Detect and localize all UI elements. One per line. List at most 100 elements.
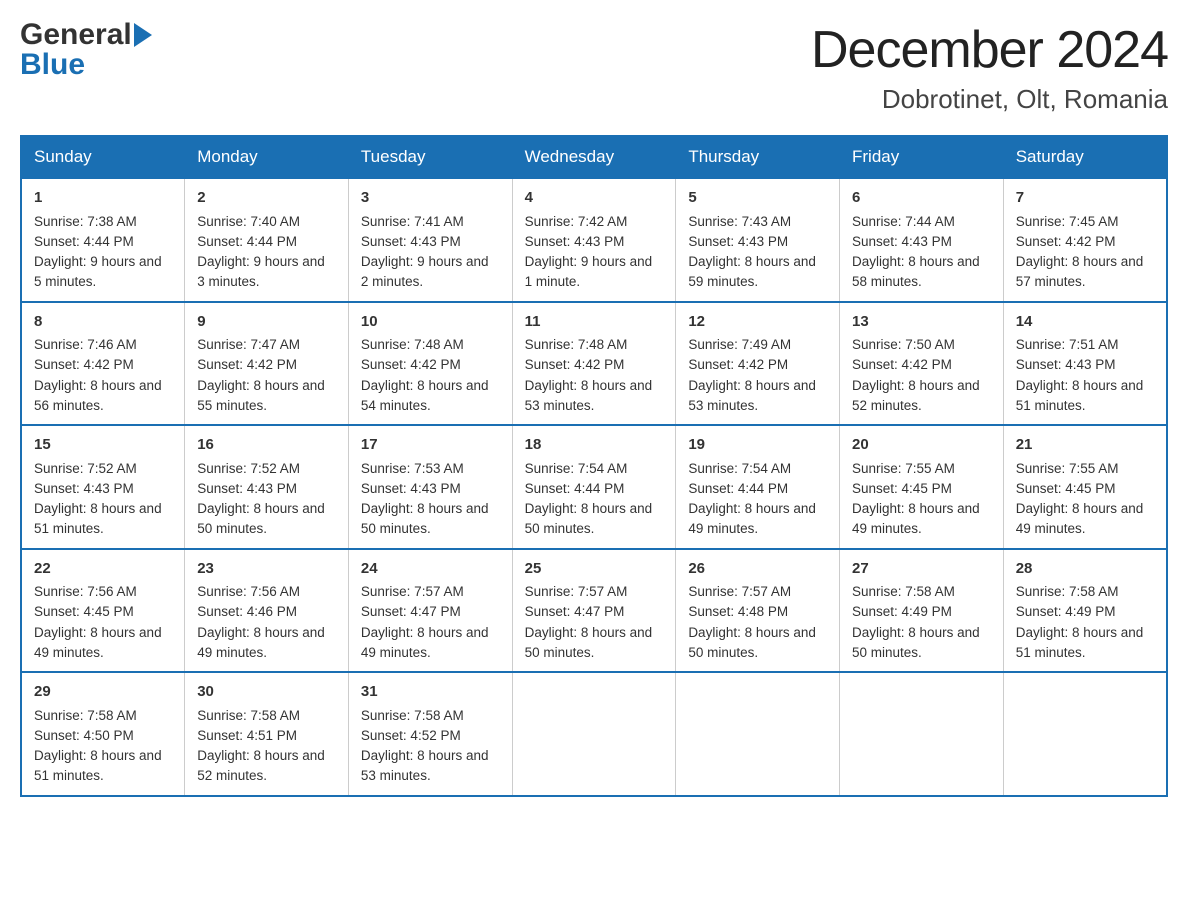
sunrise-label: Sunrise: 7:43 AM [688, 214, 791, 229]
daylight-label: Daylight: 8 hours and 50 minutes. [525, 625, 653, 660]
day-number: 18 [525, 434, 664, 457]
calendar-cell: 19Sunrise: 7:54 AMSunset: 4:44 PMDayligh… [676, 425, 840, 549]
sunrise-label: Sunrise: 7:47 AM [197, 337, 300, 352]
daylight-label: Daylight: 8 hours and 49 minutes. [361, 625, 489, 660]
sunset-label: Sunset: 4:49 PM [852, 604, 952, 619]
sunrise-label: Sunrise: 7:50 AM [852, 337, 955, 352]
calendar-cell: 24Sunrise: 7:57 AMSunset: 4:47 PMDayligh… [348, 549, 512, 673]
sunrise-label: Sunrise: 7:48 AM [361, 337, 464, 352]
calendar-cell: 2Sunrise: 7:40 AMSunset: 4:44 PMDaylight… [185, 178, 349, 302]
calendar-cell: 4 Sunrise: 7:42 AM Sunset: 4:43 PM Daylight… [512, 178, 676, 302]
calendar-cell: 20 Sunrise: 7:55 AM Sunset: 4:45 PM Dayligh… [840, 425, 1004, 549]
sunrise-label: Sunrise: 7:48 AM [525, 337, 628, 352]
calendar-cell: 18Sunrise: 7:54 AMSunset: 4:44 PMDayligh… [512, 425, 676, 549]
sunset-label: Sunset: 4:45 PM [852, 481, 952, 496]
sunrise-label: Sunrise: 7:41 AM [361, 214, 464, 229]
sunrise-label: Sunrise: 7:56 AM [197, 584, 300, 599]
sunrise-label: Sunrise: 7:54 AM [525, 461, 628, 476]
sunset-label: Sunset: 4:44 PM [34, 234, 134, 249]
calendar-cell: 5Sunrise: 7:43 AMSunset: 4:43 PMDaylight… [676, 178, 840, 302]
calendar-cell: 30Sunrise: 7:58 AMSunset: 4:51 PMDayligh… [185, 672, 349, 796]
calendar-cell: 17Sunrise: 7:53 AMSunset: 4:43 PMDayligh… [348, 425, 512, 549]
sunrise-label: Sunrise: 7:58 AM [361, 708, 464, 723]
daylight-label: Daylight: 8 hours and 51 minutes. [1016, 378, 1144, 413]
calendar-cell: 8Sunrise: 7:46 AMSunset: 4:42 PMDaylight… [21, 302, 185, 426]
sunrise-label: Sunrise: 7:58 AM [197, 708, 300, 723]
daylight-label: Daylight: 8 hours and 51 minutes. [34, 501, 162, 536]
sunrise-label: Sunrise: 7:58 AM [34, 708, 137, 723]
logo-general-text: General [20, 20, 154, 50]
month-title: December 2024 [811, 20, 1168, 80]
daylight-label: Daylight: 8 hours and 52 minutes. [197, 748, 325, 783]
day-number: 12 [688, 311, 827, 334]
calendar-cell: 29Sunrise: 7:58 AMSunset: 4:50 PMDayligh… [21, 672, 185, 796]
day-number: 20 [852, 434, 991, 457]
daylight-label: Daylight: 8 hours and 51 minutes. [34, 748, 162, 783]
sunrise-label: Sunrise: 7:52 AM [34, 461, 137, 476]
calendar-cell: 21Sunrise: 7:55 AMSunset: 4:45 PMDayligh… [1003, 425, 1167, 549]
sunrise-label: Sunrise: 7:42 AM [525, 214, 628, 229]
sunrise-label: Sunrise: 7:55 AM [852, 461, 955, 476]
calendar-cell: 27Sunrise: 7:58 AMSunset: 4:49 PMDayligh… [840, 549, 1004, 673]
sunrise-label: Sunrise: 7:49 AM [688, 337, 791, 352]
calendar-cell: 22Sunrise: 7:56 AMSunset: 4:45 PMDayligh… [21, 549, 185, 673]
calendar-cell: 12Sunrise: 7:49 AMSunset: 4:42 PMDayligh… [676, 302, 840, 426]
day-header-thursday: Thursday [676, 136, 840, 178]
sunset-label: Sunset: 4:46 PM [197, 604, 297, 619]
day-number: 24 [361, 558, 500, 581]
calendar-cell: 1Sunrise: 7:38 AMSunset: 4:44 PMDaylight… [21, 178, 185, 302]
day-header-monday: Monday [185, 136, 349, 178]
calendar-cell: 7Sunrise: 7:45 AMSunset: 4:42 PMDaylight… [1003, 178, 1167, 302]
day-number: 11 [525, 311, 664, 334]
sunset-label: Sunset: 4:44 PM [688, 481, 788, 496]
day-number: 25 [525, 558, 664, 581]
calendar-cell: 16Sunrise: 7:52 AMSunset: 4:43 PMDayligh… [185, 425, 349, 549]
sunrise-label: Sunrise: 7:57 AM [361, 584, 464, 599]
day-number: 10 [361, 311, 500, 334]
calendar-cell [1003, 672, 1167, 796]
calendar-cell: 14Sunrise: 7:51 AMSunset: 4:43 PMDayligh… [1003, 302, 1167, 426]
daylight-label: Daylight: 9 hours and 2 minutes. [361, 254, 489, 289]
day-number: 4 [525, 187, 664, 210]
daylight-label: Daylight: 9 hours and 1 minute. [525, 254, 653, 289]
daylight-label: Daylight: 9 hours and 3 minutes. [197, 254, 325, 289]
calendar-cell: 10Sunrise: 7:48 AMSunset: 4:42 PMDayligh… [348, 302, 512, 426]
day-number: 6 [852, 187, 991, 210]
daylight-label: Daylight: 8 hours and 49 minutes. [852, 501, 980, 536]
week-row-1: 1Sunrise: 7:38 AMSunset: 4:44 PMDaylight… [21, 178, 1167, 302]
day-number: 30 [197, 681, 336, 704]
daylight-label: Daylight: 9 hours and 5 minutes. [34, 254, 162, 289]
sunrise-label: Sunrise: 7:57 AM [688, 584, 791, 599]
calendar-cell: 15Sunrise: 7:52 AMSunset: 4:43 PMDayligh… [21, 425, 185, 549]
sunset-label: Sunset: 4:48 PM [688, 604, 788, 619]
sunset-label: Sunset: 4:45 PM [1016, 481, 1116, 496]
calendar-cell: 28Sunrise: 7:58 AMSunset: 4:49 PMDayligh… [1003, 549, 1167, 673]
logo-triangle-icon [134, 23, 152, 47]
day-number: 15 [34, 434, 172, 457]
day-number: 21 [1016, 434, 1154, 457]
location-title: Dobrotinet, Olt, Romania [811, 84, 1168, 115]
day-header-friday: Friday [840, 136, 1004, 178]
sunrise-label: Sunrise: 7:52 AM [197, 461, 300, 476]
week-row-3: 15 Sunrise: 7:52 AM Sunset: 4:43 PM Dayligh… [21, 425, 1167, 549]
day-number: 2 [197, 187, 336, 210]
sunset-label: Sunset: 4:43 PM [197, 481, 297, 496]
day-number: 13 [852, 311, 991, 334]
sunrise-label: Sunrise: 7:56 AM [34, 584, 137, 599]
sunrise-label: Sunrise: 7:44 AM [852, 214, 955, 229]
sunset-label: Sunset: 4:43 PM [688, 234, 788, 249]
day-number: 5 [688, 187, 827, 210]
day-number: 1 [34, 187, 172, 210]
calendar-cell [676, 672, 840, 796]
calendar-table: SundayMondayTuesdayWednesdayThursdayFrid… [20, 135, 1168, 797]
sunset-label: Sunset: 4:42 PM [688, 357, 788, 372]
sunset-label: Sunset: 4:43 PM [525, 234, 625, 249]
sunset-label: Sunset: 4:42 PM [1016, 234, 1116, 249]
week-row-2: 8Sunrise: 7:46 AMSunset: 4:42 PMDaylight… [21, 302, 1167, 426]
day-header-saturday: Saturday [1003, 136, 1167, 178]
daylight-label: Daylight: 8 hours and 57 minutes. [1016, 254, 1144, 289]
day-number: 22 [34, 558, 172, 581]
sunset-label: Sunset: 4:43 PM [1016, 357, 1116, 372]
daylight-label: Daylight: 8 hours and 49 minutes. [34, 625, 162, 660]
calendar-cell: 11Sunrise: 7:48 AMSunset: 4:42 PMDayligh… [512, 302, 676, 426]
